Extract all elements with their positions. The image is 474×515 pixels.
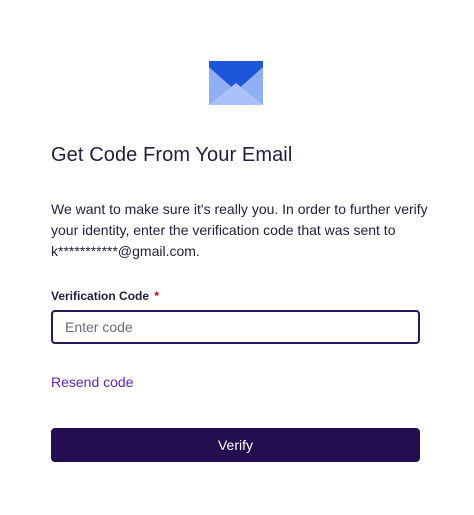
page-title: Get Code From Your Email bbox=[51, 144, 293, 166]
verify-button[interactable]: Verify bbox=[51, 428, 420, 462]
required-marker: * bbox=[154, 289, 160, 303]
verification-code-label-text: Verification Code bbox=[51, 289, 150, 303]
verification-card: Get Code From Your Email We want to make… bbox=[0, 0, 474, 515]
verification-code-label: Verification Code * bbox=[51, 289, 159, 303]
resend-code-link[interactable]: Resend code bbox=[51, 374, 134, 390]
envelope-icon bbox=[209, 61, 263, 105]
verification-code-input[interactable] bbox=[51, 310, 420, 344]
description-text: We want to make sure it's really you. In… bbox=[51, 201, 428, 259]
